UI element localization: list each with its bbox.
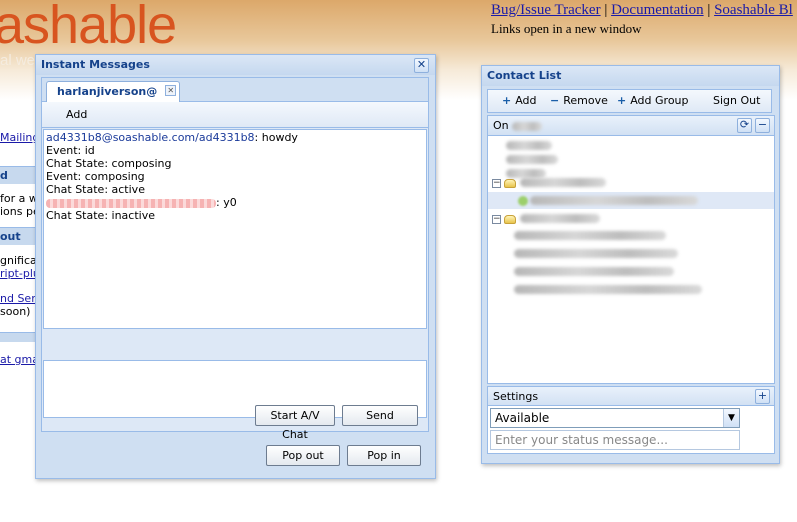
bg-script-link[interactable]: ript-plug — [0, 267, 40, 280]
contact-tree: On ⟳ − − − — [487, 115, 775, 384]
tab-close-icon[interactable]: ✕ — [165, 85, 177, 96]
log-line: Chat State: inactive — [46, 209, 155, 222]
minus-icon: − — [550, 94, 560, 107]
add-contact-button[interactable]: + Add — [502, 94, 537, 107]
instant-messages-window: Instant Messages ✕ harlanjiverson@ ✕ Add… — [35, 54, 436, 479]
add-button[interactable]: Add — [66, 108, 87, 121]
bg-text: for a we — [0, 192, 40, 205]
add-group-button[interactable]: + Add Group — [617, 94, 689, 107]
bg-gmail-link[interactable]: at gmail — [0, 353, 40, 366]
settings-label: Settings — [493, 390, 539, 403]
redacted-sender — [46, 198, 216, 208]
bg-text: gnifican — [0, 254, 40, 267]
bg-section-head: d — [0, 166, 40, 184]
contact-node[interactable] — [514, 284, 702, 300]
bg-section-head: out — [0, 227, 40, 245]
status-select[interactable]: Available ▼ — [490, 408, 740, 428]
im-window-title[interactable]: Instant Messages — [36, 55, 435, 75]
status-message-input[interactable]: Enter your status message... — [490, 430, 740, 450]
sign-out-button[interactable]: Sign Out — [713, 94, 760, 107]
gmail-link[interactable]: at gmail — [0, 353, 40, 366]
redacted-text — [512, 121, 543, 131]
bug-tracker-link[interactable]: Bug/Issue Tracker — [491, 2, 601, 18]
log-line: Event: id — [46, 144, 95, 157]
contact-list-title[interactable]: Contact List — [482, 66, 779, 86]
log-line: Event: composing — [46, 170, 145, 183]
links-note: Links open in a new window — [491, 21, 642, 36]
message-text: : y0 — [216, 196, 237, 209]
blog-link[interactable]: Soashable Bl — [714, 2, 793, 18]
im-toolbar: Add — [42, 102, 428, 128]
bg-section-head — [0, 332, 40, 342]
group-node[interactable] — [520, 213, 600, 229]
bg-text: soon) — [0, 305, 31, 318]
log-line: Chat State: composing — [46, 157, 172, 170]
im-body: harlanjiverson@ ✕ Add ad4331b8@soashable… — [41, 77, 429, 432]
group-folder-icon — [504, 179, 516, 188]
group-folder-icon — [504, 215, 516, 224]
refresh-icon[interactable]: ⟳ — [737, 118, 752, 133]
online-section-header: On ⟳ − — [488, 116, 774, 136]
log-line: ad4331b8@soashable.com/ad4331b8: howdy — [46, 131, 424, 144]
plus-icon: + — [617, 94, 627, 107]
status-online-icon — [518, 196, 528, 206]
pop-in-button[interactable]: Pop in — [347, 445, 421, 466]
collapse-group-icon[interactable]: − — [492, 179, 501, 188]
settings-body: Available ▼ Enter your status message... — [487, 406, 775, 454]
top-links: Bug/Issue Tracker | Documentation | Soas… — [491, 2, 793, 19]
close-icon[interactable]: ✕ — [414, 58, 429, 73]
log-line: : y0 — [46, 196, 424, 209]
mailing-list-link[interactable]: Mailing L — [0, 131, 40, 144]
bg-text: ions per — [0, 205, 40, 218]
collapse-group-icon[interactable]: − — [492, 215, 501, 224]
add-group-label: Add Group — [630, 94, 689, 107]
chevron-down-icon[interactable]: ▼ — [723, 409, 739, 427]
remove-contact-button[interactable]: − Remove — [550, 94, 608, 107]
pop-out-button[interactable]: Pop out — [266, 445, 340, 466]
conversation-tab[interactable]: harlanjiverson@ ✕ — [46, 81, 181, 102]
send-button[interactable]: Send — [342, 405, 418, 426]
script-plugin-link[interactable]: ript-plug — [0, 267, 40, 280]
contact-node[interactable] — [514, 248, 678, 264]
add-label: Add — [515, 94, 537, 107]
contact-list-window: Contact List + Add − Remove + Add Group Sig… — [481, 65, 780, 464]
site-logo: ashable — [0, 0, 177, 55]
message-log: ad4331b8@soashable.com/ad4331b8: howdy E… — [43, 129, 427, 329]
link-separator: | — [707, 2, 711, 18]
collapse-icon[interactable]: − — [755, 118, 770, 133]
documentation-link[interactable]: Documentation — [611, 2, 703, 18]
im-tabstrip: harlanjiverson@ ✕ — [42, 78, 428, 102]
online-section-label: On — [493, 119, 509, 132]
contact-node[interactable] — [514, 230, 666, 246]
service-link[interactable]: nd Servi — [0, 292, 40, 305]
bg-service-link[interactable]: nd Servi — [0, 292, 40, 305]
log-line: Chat State: active — [46, 183, 145, 196]
tab-label: harlanjiverson@ — [57, 85, 158, 98]
settings-header: Settings + — [487, 386, 775, 406]
status-value: Available — [495, 411, 550, 425]
link-separator: | — [604, 2, 608, 18]
expand-settings-icon[interactable]: + — [755, 389, 770, 404]
remove-label: Remove — [563, 94, 608, 107]
message-text: : howdy — [254, 131, 298, 144]
group-node[interactable] — [520, 177, 606, 193]
sender-jid: ad4331b8@soashable.com/ad4331b8 — [46, 131, 255, 144]
bg-mailing-link[interactable]: Mailing L — [0, 131, 40, 144]
start-av-chat-button[interactable]: Start A/V Chat — [255, 405, 335, 441]
selected-contact-row[interactable] — [488, 192, 774, 209]
contact-toolbar: + Add − Remove + Add Group Sign Out — [487, 89, 772, 113]
site-tagline: al we — [0, 52, 36, 69]
contact-node[interactable] — [514, 266, 674, 282]
plus-icon: + — [502, 94, 512, 107]
